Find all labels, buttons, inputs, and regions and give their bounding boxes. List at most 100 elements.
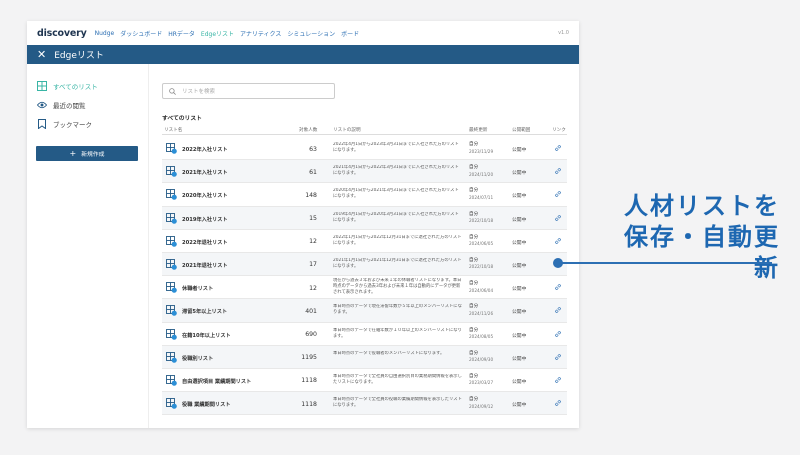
list-description: 本日時点のデータで全社員の役職の業績期間情報を表示したリストになります。 (333, 397, 462, 409)
last-updated: 自分 2024/09/30 (469, 351, 493, 364)
link-icon[interactable] (555, 377, 561, 383)
link-icon[interactable] (555, 307, 561, 314)
list-name[interactable]: 在籍10年以上リスト (182, 332, 231, 339)
table-row[interactable]: 2022年入社リスト 63 2022年4月1日から2023年3月31日までに入社され… (162, 137, 567, 161)
sidebar-item-bookmark[interactable]: ブックマーク (27, 114, 148, 133)
status-badge: 公開中 (512, 379, 527, 385)
list-icon (166, 143, 177, 154)
list-description: 現在から過去３年および未来１年の休職者リストになります。本日時点のデータから過去… (333, 278, 462, 296)
list-name[interactable]: 2022年入社リスト (182, 146, 228, 153)
version-label: v1.0 (558, 30, 569, 36)
status-badge: 公開中 (512, 287, 527, 293)
sidebar-item-recent[interactable]: 最近の閲覧 (27, 95, 148, 114)
sidebar-item-label: 最近の閲覧 (53, 101, 86, 110)
page-title: Edgeリスト (54, 51, 104, 61)
list-name[interactable]: 休職者リスト (182, 285, 213, 292)
list-icon (166, 212, 177, 224)
list-description: 2021年4月1日から2022年3月31日までに入社された方のリストになります。 (333, 165, 459, 177)
status-badge: 公開中 (512, 194, 527, 200)
link-icon[interactable] (555, 284, 561, 290)
table-row[interactable]: 2020年入社リスト 148 2020年4月1日から2021年3月31日までに入社さ… (162, 183, 567, 207)
list-name[interactable]: 2020年入社リスト (182, 192, 228, 199)
updated-date: 2022/10/18 (469, 218, 494, 224)
table-row[interactable]: 滞留5年以上リスト 401 本日時点のデータで現在滞留年数が５年以上のメンバーリスト… (162, 299, 567, 323)
header-desc: リストの説明 (333, 128, 361, 133)
list-name[interactable]: 自由選択項目 業績期間リスト (182, 378, 251, 385)
table-row[interactable]: 2021年入社リスト 61 2021年4月1日から2022年3月31日までに入社され… (162, 160, 567, 184)
header-link: リンク (552, 128, 566, 133)
link-icon[interactable] (555, 330, 561, 337)
list-name[interactable]: 2021年退社リスト (182, 262, 228, 269)
nav-edge-list[interactable]: Edgeリスト (201, 29, 234, 38)
table-row[interactable]: 2022年退社リスト 12 2022年1月1日から2022年12月31日までに退社さ… (162, 230, 567, 253)
link-icon[interactable] (555, 145, 561, 151)
link-icon[interactable] (555, 191, 561, 198)
close-icon[interactable]: ✕ (37, 49, 46, 60)
header-updated[interactable]: 最終更新 (469, 127, 487, 133)
table-row[interactable]: 2021年退社リスト 17 2021年1月1日から2021年12月31日までに退社さ… (162, 252, 567, 277)
status-badge: 公開中 (512, 333, 527, 339)
callout-text: 人材リストを 保存・自動更新 (600, 191, 780, 284)
list-name[interactable]: 2022年退社リスト (182, 239, 228, 246)
search-input[interactable]: リストを検索 (162, 83, 335, 99)
updated-date: 2023/11/29 (469, 148, 494, 154)
header-status[interactable]: 公開範囲 (512, 127, 530, 133)
member-count: 1195 (301, 354, 317, 362)
callout-line-1: 人材リストを (624, 192, 780, 220)
app-window: discovery Nudge ダッシュボード HRデータ Edgeリスト アナ… (27, 21, 579, 428)
nav-simulation[interactable]: シミュレーション (287, 29, 335, 38)
status-badge: 公開中 (512, 310, 527, 316)
link-icon[interactable] (555, 353, 561, 360)
nav-analytics[interactable]: アナリティクス (240, 29, 281, 38)
status-badge: 公開中 (512, 263, 527, 269)
last-updated: 自分 2024/11/20 (469, 165, 493, 178)
nav-dashboard[interactable]: ダッシュボード (120, 29, 162, 38)
list-icon (166, 258, 177, 270)
last-updated: 自分 2024/06/05 (469, 235, 493, 248)
list-table: 2022年入社リスト 63 2022年4月1日から2023年3月31日までに入社され… (162, 137, 567, 416)
list-icon (166, 398, 177, 409)
table-row[interactable]: 役職別リスト 1195 本日時点のデータで役職者のメンバーリストになります。 自分 20… (162, 345, 567, 369)
header-name[interactable]: リスト名 (164, 127, 182, 133)
list-name[interactable]: 2019年入社リスト (182, 216, 228, 223)
updated-date: 2024/08/05 (469, 334, 494, 339)
link-icon[interactable] (555, 168, 561, 174)
table-row[interactable]: 自由選択項目 業績期間リスト 1118 本日時点のデータで全社員の自由選択別目の業務… (162, 369, 567, 393)
link-icon[interactable] (555, 400, 561, 406)
list-name[interactable]: 2021年入社リスト (182, 169, 228, 176)
member-count: 690 (305, 331, 317, 338)
callout-dot (553, 258, 563, 268)
status-badge: 公開中 (512, 403, 527, 409)
table-row[interactable]: 休職者リスト 12 現在から過去３年および未来１年の休職者リストになります。本日時点… (162, 276, 567, 300)
last-updated: 自分 2024/09/12 (469, 397, 493, 410)
plus-icon: + (69, 149, 77, 158)
updated-date: 2024/06/04 (469, 287, 494, 293)
link-icon[interactable] (555, 238, 561, 244)
link-icon[interactable] (555, 214, 561, 221)
member-count: 12 (309, 238, 317, 246)
sidebar-item-all-lists[interactable]: すべてのリスト (27, 76, 148, 95)
section-title: すべてのリスト (162, 116, 202, 122)
main-content: リストを検索 すべてのリスト リスト名 対象人数 リストの説明 最終更新 公開範… (148, 64, 579, 428)
list-name[interactable]: 滞留5年以上リスト (182, 308, 227, 315)
new-list-button[interactable]: + 新規作成 (36, 146, 138, 161)
nav-hr-data[interactable]: HRデータ (168, 29, 195, 38)
list-name[interactable]: 役職 業績期間リスト (182, 401, 231, 408)
list-name[interactable]: 役職別リスト (182, 355, 213, 362)
nav-nudge[interactable]: Nudge (95, 30, 115, 37)
search-icon (169, 87, 176, 95)
table-row[interactable]: 在籍10年以上リスト 690 本日時点のデータで在籍年数が１０年以上のメンバーリスト… (162, 323, 567, 346)
member-count: 63 (309, 145, 317, 153)
member-count: 148 (305, 191, 317, 199)
status-badge: 公開中 (512, 217, 527, 223)
member-count: 1118 (301, 400, 317, 408)
nav-board[interactable]: ボード (341, 29, 359, 38)
member-count: 61 (309, 168, 317, 176)
status-badge: 公開中 (512, 240, 527, 246)
header-count[interactable]: 対象人数 (299, 127, 317, 133)
table-row[interactable]: 役職 業績期間リスト 1118 本日時点のデータで全社員の役職の業績期間情報を表示し… (162, 392, 567, 416)
last-updated: 自分 2023/11/29 (469, 142, 493, 155)
grid-list-icon (37, 80, 47, 91)
app-logo[interactable]: discovery (37, 28, 87, 39)
table-row[interactable]: 2019年入社リスト 15 2019年4月1日から2020年3月31日までに入社され… (162, 206, 567, 230)
